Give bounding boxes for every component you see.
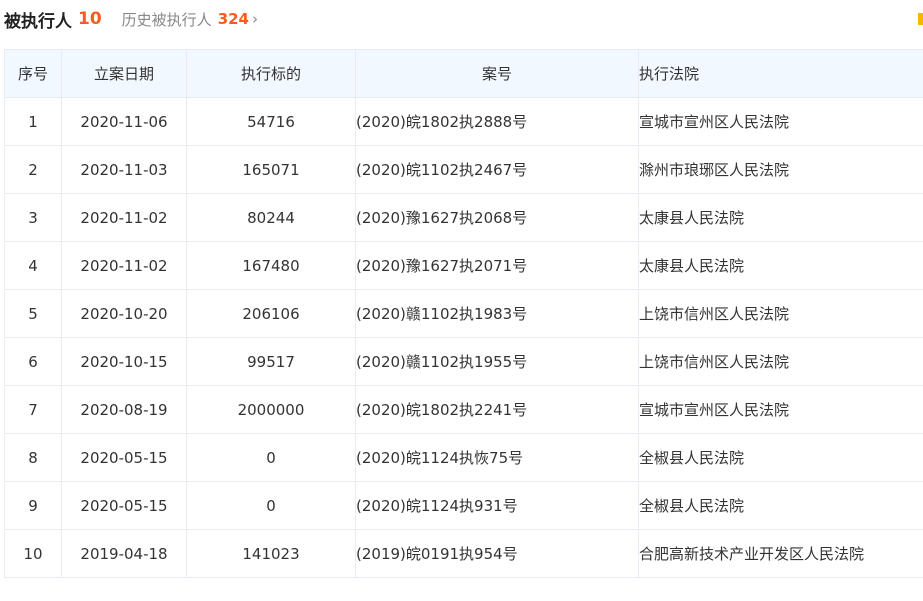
executing-court: 滁州市琅琊区人民法院: [638, 145, 923, 194]
table-row: 2 2020-11-03 165071 (2020)皖1102执2467号 滁州…: [4, 145, 923, 194]
history-executed-label: 历史被执行人: [121, 10, 212, 29]
row-number: 5: [4, 289, 62, 338]
executed-count: 10: [78, 9, 102, 29]
executing-court: 全椒县人民法院: [638, 481, 923, 530]
execution-amount: 54716: [186, 97, 356, 146]
case-number: (2020)皖1802执2888号: [355, 97, 639, 146]
table-row: 10 2019-04-18 141023 (2019)皖0191执954号 合肥…: [4, 529, 923, 578]
case-number: (2020)皖1802执2241号: [355, 385, 639, 434]
row-number: 2: [4, 145, 62, 194]
table-row: 5 2020-10-20 206106 (2020)赣1102执1983号 上饶…: [4, 289, 923, 338]
row-number: 10: [4, 529, 62, 578]
case-number: (2019)皖0191执954号: [355, 529, 639, 578]
execution-amount: 141023: [186, 529, 356, 578]
executing-court: 上饶市信州区人民法院: [638, 337, 923, 386]
row-number: 4: [4, 241, 62, 290]
case-number: (2020)豫1627执2068号: [355, 193, 639, 242]
case-number: (2020)皖1124执恢75号: [355, 433, 639, 482]
table-header-row: 序号 立案日期 执行标的 案号 执行法院: [4, 49, 923, 98]
chevron-right-icon: ›: [252, 10, 258, 28]
case-number: (2020)皖1124执931号: [355, 481, 639, 530]
execution-amount: 0: [186, 481, 356, 530]
filing-date: 2020-10-15: [61, 337, 187, 386]
execution-amount: 0: [186, 433, 356, 482]
row-number: 7: [4, 385, 62, 434]
executing-court: 太康县人民法院: [638, 241, 923, 290]
row-number: 9: [4, 481, 62, 530]
section-header: 被执行人 10 历史被执行人 324 ›: [4, 6, 258, 32]
case-number: (2020)赣1102执1955号: [355, 337, 639, 386]
row-number: 3: [4, 193, 62, 242]
executing-court: 上饶市信州区人民法院: [638, 289, 923, 338]
filing-date: 2020-11-03: [61, 145, 187, 194]
filing-date: 2020-05-15: [61, 433, 187, 482]
row-number: 6: [4, 337, 62, 386]
execution-amount: 99517: [186, 337, 356, 386]
filing-date: 2020-05-15: [61, 481, 187, 530]
table-row: 4 2020-11-02 167480 (2020)豫1627执2071号 太康…: [4, 241, 923, 290]
row-number: 1: [4, 97, 62, 146]
table-row: 7 2020-08-19 2000000 (2020)皖1802执2241号 宣…: [4, 385, 923, 434]
table-row: 9 2020-05-15 0 (2020)皖1124执931号 全椒县人民法院: [4, 481, 923, 530]
executing-court: 合肥高新技术产业开发区人民法院: [638, 529, 923, 578]
executing-court: 宣城市宣州区人民法院: [638, 97, 923, 146]
row-number: 8: [4, 433, 62, 482]
table-row: 6 2020-10-15 99517 (2020)赣1102执1955号 上饶市…: [4, 337, 923, 386]
case-number: (2020)赣1102执1983号: [355, 289, 639, 338]
column-header-filing-date: 立案日期: [61, 49, 187, 98]
column-header-no: 序号: [4, 49, 62, 98]
filing-date: 2020-08-19: [61, 385, 187, 434]
executing-court: 太康县人民法院: [638, 193, 923, 242]
case-number: (2020)皖1102执2467号: [355, 145, 639, 194]
execution-amount: 167480: [186, 241, 356, 290]
filing-date: 2020-11-06: [61, 97, 187, 146]
executing-court: 宣城市宣州区人民法院: [638, 385, 923, 434]
section-title: 被执行人: [4, 11, 72, 32]
filing-date: 2020-11-02: [61, 241, 187, 290]
execution-amount: 2000000: [186, 385, 356, 434]
filing-date: 2020-10-20: [61, 289, 187, 338]
table-row: 8 2020-05-15 0 (2020)皖1124执恢75号 全椒县人民法院: [4, 433, 923, 482]
column-header-court: 执行法院: [638, 49, 923, 98]
filing-date: 2019-04-18: [61, 529, 187, 578]
history-executed-link[interactable]: 历史被执行人 324 ›: [122, 9, 258, 30]
history-executed-count: 324: [217, 10, 249, 28]
execution-amount: 206106: [186, 289, 356, 338]
table-row: 1 2020-11-06 54716 (2020)皖1802执2888号 宣城市…: [4, 97, 923, 146]
column-header-amount: 执行标的: [186, 49, 356, 98]
executing-court: 全椒县人民法院: [638, 433, 923, 482]
filing-date: 2020-11-02: [61, 193, 187, 242]
corner-marker: [918, 13, 923, 25]
case-number: (2020)豫1627执2071号: [355, 241, 639, 290]
executed-persons-table: 序号 立案日期 执行标的 案号 执行法院 1 2020-11-06 54716 …: [4, 49, 923, 578]
execution-amount: 80244: [186, 193, 356, 242]
table-row: 3 2020-11-02 80244 (2020)豫1627执2068号 太康县…: [4, 193, 923, 242]
column-header-case-number: 案号: [355, 49, 639, 98]
execution-amount: 165071: [186, 145, 356, 194]
